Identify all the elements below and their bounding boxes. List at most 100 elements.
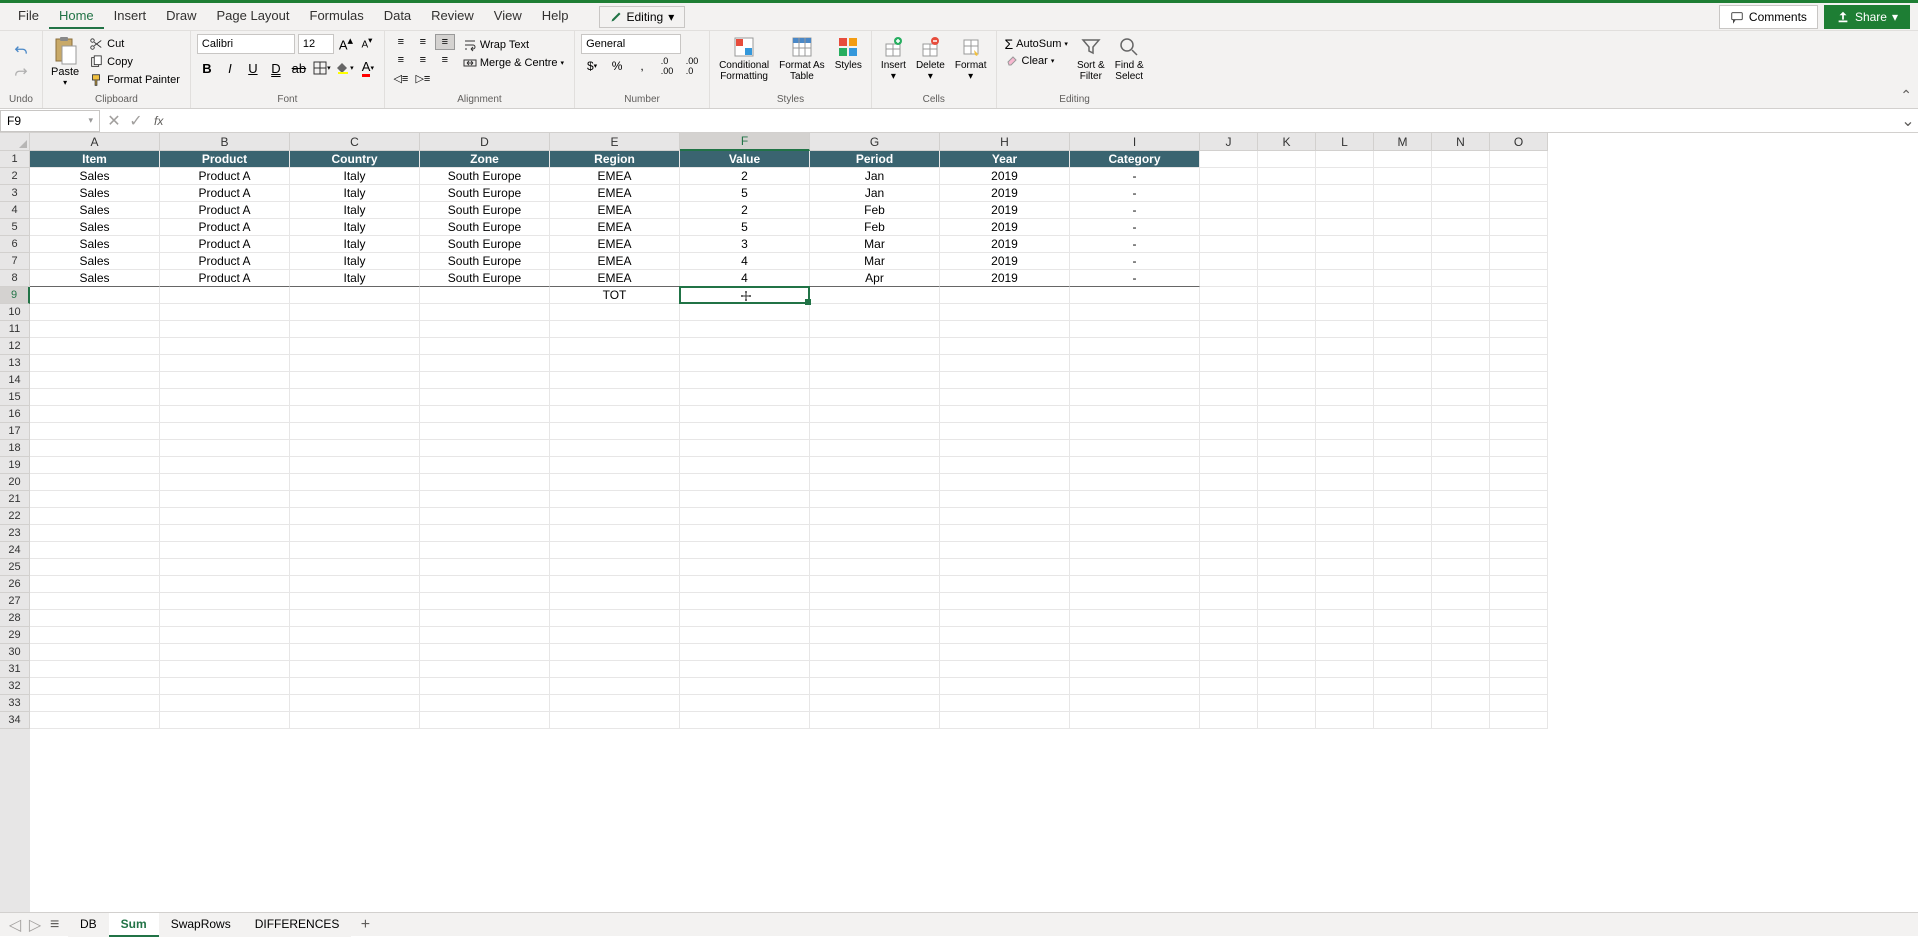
cell-C20[interactable] <box>290 474 420 491</box>
cell-O23[interactable] <box>1490 525 1548 542</box>
cell-D22[interactable] <box>420 508 550 525</box>
menu-formulas[interactable]: Formulas <box>300 4 374 29</box>
cell-K31[interactable] <box>1258 661 1316 678</box>
column-header-E[interactable]: E <box>550 133 680 151</box>
cell-E15[interactable] <box>550 389 680 406</box>
cell-E28[interactable] <box>550 610 680 627</box>
cell-E34[interactable] <box>550 712 680 729</box>
column-header-O[interactable]: O <box>1490 133 1548 151</box>
align-middle-button[interactable]: ≡ <box>413 34 433 50</box>
cell-F27[interactable] <box>680 593 810 610</box>
cell-I24[interactable] <box>1070 542 1200 559</box>
cell-L11[interactable] <box>1316 321 1374 338</box>
row-header-21[interactable]: 21 <box>0 491 30 508</box>
cell-O19[interactable] <box>1490 457 1548 474</box>
cell-J17[interactable] <box>1200 423 1258 440</box>
cell-D17[interactable] <box>420 423 550 440</box>
cell-M25[interactable] <box>1374 559 1432 576</box>
cell-M2[interactable] <box>1374 168 1432 185</box>
cell-K29[interactable] <box>1258 627 1316 644</box>
cell-J31[interactable] <box>1200 661 1258 678</box>
cell-M13[interactable] <box>1374 355 1432 372</box>
cell-E2[interactable]: EMEA <box>550 168 680 185</box>
cell-A33[interactable] <box>30 695 160 712</box>
cell-I27[interactable] <box>1070 593 1200 610</box>
cell-J10[interactable] <box>1200 304 1258 321</box>
cell-H28[interactable] <box>940 610 1070 627</box>
cell-D10[interactable] <box>420 304 550 321</box>
cell-E11[interactable] <box>550 321 680 338</box>
cell-M3[interactable] <box>1374 185 1432 202</box>
menu-home[interactable]: Home <box>49 4 104 29</box>
row-header-11[interactable]: 11 <box>0 321 30 338</box>
cell-L27[interactable] <box>1316 593 1374 610</box>
cell-O3[interactable] <box>1490 185 1548 202</box>
cell-D21[interactable] <box>420 491 550 508</box>
cell-A34[interactable] <box>30 712 160 729</box>
column-header-L[interactable]: L <box>1316 133 1374 151</box>
cell-N22[interactable] <box>1432 508 1490 525</box>
cell-G17[interactable] <box>810 423 940 440</box>
cell-G1[interactable]: Period <box>810 151 940 168</box>
cell-H32[interactable] <box>940 678 1070 695</box>
cell-B1[interactable]: Product <box>160 151 290 168</box>
autosum-button[interactable]: ΣAutoSum▾ <box>1005 36 1068 52</box>
cell-N5[interactable] <box>1432 219 1490 236</box>
cell-D5[interactable]: South Europe <box>420 219 550 236</box>
cell-B7[interactable]: Product A <box>160 253 290 270</box>
cell-N17[interactable] <box>1432 423 1490 440</box>
cell-N24[interactable] <box>1432 542 1490 559</box>
comments-button[interactable]: Comments <box>1719 5 1818 29</box>
cell-O20[interactable] <box>1490 474 1548 491</box>
cell-J21[interactable] <box>1200 491 1258 508</box>
cell-I8[interactable]: - <box>1070 270 1200 287</box>
cell-K16[interactable] <box>1258 406 1316 423</box>
cell-M9[interactable] <box>1374 287 1432 304</box>
cell-L26[interactable] <box>1316 576 1374 593</box>
cell-G25[interactable] <box>810 559 940 576</box>
cell-E7[interactable]: EMEA <box>550 253 680 270</box>
cell-A31[interactable] <box>30 661 160 678</box>
cell-F29[interactable] <box>680 627 810 644</box>
cell-D8[interactable]: South Europe <box>420 270 550 287</box>
cell-N33[interactable] <box>1432 695 1490 712</box>
cell-K27[interactable] <box>1258 593 1316 610</box>
cell-H29[interactable] <box>940 627 1070 644</box>
add-sheet-button[interactable]: + <box>353 915 377 935</box>
column-header-N[interactable]: N <box>1432 133 1490 151</box>
cell-I9[interactable] <box>1070 287 1200 304</box>
menu-draw[interactable]: Draw <box>156 4 206 29</box>
cell-N27[interactable] <box>1432 593 1490 610</box>
cell-C22[interactable] <box>290 508 420 525</box>
cell-C29[interactable] <box>290 627 420 644</box>
cell-O22[interactable] <box>1490 508 1548 525</box>
cell-O18[interactable] <box>1490 440 1548 457</box>
cell-B19[interactable] <box>160 457 290 474</box>
cell-J30[interactable] <box>1200 644 1258 661</box>
cell-B31[interactable] <box>160 661 290 678</box>
cell-F19[interactable] <box>680 457 810 474</box>
cell-H27[interactable] <box>940 593 1070 610</box>
menu-insert[interactable]: Insert <box>104 4 157 29</box>
cell-A1[interactable]: Item <box>30 151 160 168</box>
cell-G9[interactable] <box>810 287 940 304</box>
cell-D28[interactable] <box>420 610 550 627</box>
cell-K23[interactable] <box>1258 525 1316 542</box>
format-as-table-button[interactable]: Format As Table <box>776 34 828 82</box>
cell-E6[interactable]: EMEA <box>550 236 680 253</box>
cell-G32[interactable] <box>810 678 940 695</box>
cell-I18[interactable] <box>1070 440 1200 457</box>
row-header-10[interactable]: 10 <box>0 304 30 321</box>
cell-L8[interactable] <box>1316 270 1374 287</box>
cell-A4[interactable]: Sales <box>30 202 160 219</box>
cell-F10[interactable] <box>680 304 810 321</box>
cell-M8[interactable] <box>1374 270 1432 287</box>
undo-button[interactable] <box>10 42 32 60</box>
cell-E26[interactable] <box>550 576 680 593</box>
row-header-3[interactable]: 3 <box>0 185 30 202</box>
cell-O27[interactable] <box>1490 593 1548 610</box>
cell-K1[interactable] <box>1258 151 1316 168</box>
cell-F32[interactable] <box>680 678 810 695</box>
insert-cells-button[interactable]: Insert▾ <box>878 34 909 82</box>
cell-A18[interactable] <box>30 440 160 457</box>
